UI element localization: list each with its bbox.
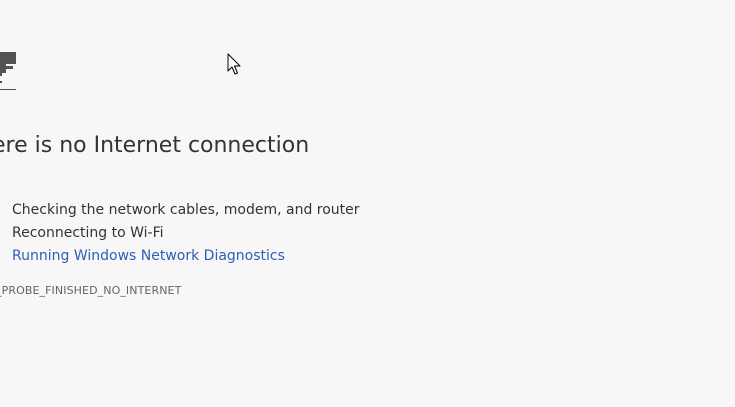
network-diagnostics-link[interactable]: Running Windows Network Diagnostics bbox=[12, 248, 285, 264]
page-title: ere is no Internet connection bbox=[0, 133, 310, 158]
error-code: _PROBE_FINISHED_NO_INTERNET bbox=[0, 284, 182, 297]
suggestions-list: Checking the network cables, modem, and … bbox=[12, 199, 360, 268]
mouse-pointer-icon bbox=[227, 53, 241, 75]
suggestion-item-diagnostics: Running Windows Network Diagnostics bbox=[12, 245, 360, 268]
suggestion-item: Reconnecting to Wi-Fi bbox=[12, 225, 164, 241]
suggestion-item: Checking the network cables, modem, and … bbox=[12, 202, 360, 218]
dino-ground-line bbox=[0, 89, 16, 90]
